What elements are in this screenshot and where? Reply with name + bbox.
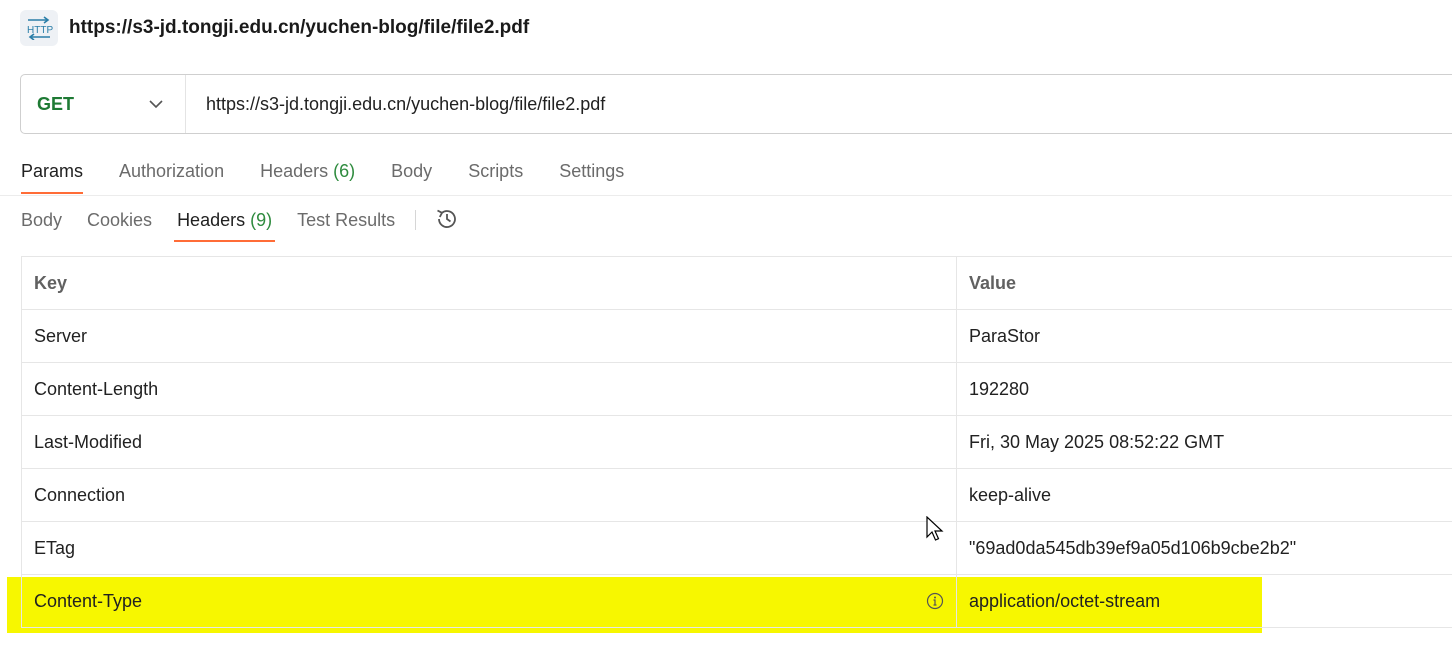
header-key[interactable]: Last-Modified bbox=[21, 415, 957, 469]
header-value[interactable]: ParaStor bbox=[956, 309, 1452, 363]
tab-body[interactable]: Body bbox=[391, 150, 432, 194]
header-key: Content-Type bbox=[34, 590, 143, 611]
tab-headers-label: Headers bbox=[260, 161, 329, 181]
header-value[interactable]: Fri, 30 May 2025 08:52:22 GMT bbox=[956, 415, 1452, 469]
response-tabs: Body Cookies Headers (9) Test Results bbox=[21, 202, 460, 244]
response-tab-headers-label: Headers bbox=[177, 210, 246, 230]
table-row: Connection keep-alive bbox=[21, 468, 1452, 522]
header-key-cell[interactable]: Content-Type bbox=[21, 574, 957, 628]
tab-authorization-label: Authorization bbox=[119, 161, 225, 181]
response-tab-test-results[interactable]: Test Results bbox=[297, 202, 395, 242]
value-column-header: Value bbox=[956, 256, 1452, 310]
info-icon[interactable] bbox=[926, 592, 944, 610]
method-label: GET bbox=[37, 93, 75, 114]
request-title[interactable]: https://s3-jd.tongji.edu.cn/yuchen-blog/… bbox=[69, 17, 529, 39]
header-value[interactable]: 192280 bbox=[956, 362, 1452, 416]
tab-body-label: Body bbox=[391, 161, 433, 181]
tab-params[interactable]: Params bbox=[21, 150, 84, 194]
mouse-cursor-icon bbox=[926, 516, 944, 541]
tab-headers[interactable]: Headers (6) bbox=[260, 150, 355, 194]
tab-scripts[interactable]: Scripts bbox=[468, 150, 523, 194]
history-icon[interactable] bbox=[434, 206, 460, 232]
header-value[interactable]: application/octet-stream bbox=[956, 574, 1452, 628]
tab-scripts-label: Scripts bbox=[468, 161, 524, 181]
tab-params-label: Params bbox=[21, 161, 84, 181]
tab-separator bbox=[415, 210, 417, 230]
request-tabs: Params Authorization Headers (6) Body Sc… bbox=[21, 150, 660, 196]
header-key[interactable]: Connection bbox=[21, 468, 957, 522]
tab-settings-label: Settings bbox=[559, 161, 625, 181]
http-icon: HTTP bbox=[20, 9, 58, 46]
table-row: Server ParaStor bbox=[21, 309, 1452, 363]
table-header-row: Key Value bbox=[21, 256, 1452, 310]
chevron-down-icon bbox=[149, 99, 163, 108]
method-select[interactable]: GET bbox=[21, 75, 186, 133]
header-key[interactable]: Content-Length bbox=[21, 362, 957, 416]
response-tab-cookies-label: Cookies bbox=[87, 210, 153, 230]
response-tab-body[interactable]: Body bbox=[21, 202, 62, 242]
url-bar: GET bbox=[20, 74, 1452, 134]
table-row: ETag "69ad0da545db39ef9a05d106b9cbe2b2" bbox=[21, 521, 1452, 575]
header-key[interactable]: Server bbox=[21, 309, 957, 363]
key-column-header: Key bbox=[21, 256, 957, 310]
svg-text:HTTP: HTTP bbox=[27, 25, 53, 36]
header-value[interactable]: keep-alive bbox=[956, 468, 1452, 522]
header-value[interactable]: "69ad0da545db39ef9a05d106b9cbe2b2" bbox=[956, 521, 1452, 575]
response-tab-headers[interactable]: Headers (9) bbox=[174, 202, 276, 242]
request-title-bar: HTTP https://s3-jd.tongji.edu.cn/yuchen-… bbox=[20, 9, 529, 46]
tab-headers-count: (6) bbox=[333, 161, 356, 181]
table-row: Last-Modified Fri, 30 May 2025 08:52:22 … bbox=[21, 415, 1452, 469]
response-tab-headers-count: (9) bbox=[250, 210, 273, 230]
table-row-highlighted: Content-Type application/octet-stream bbox=[21, 574, 1452, 628]
header-key[interactable]: ETag bbox=[21, 521, 957, 575]
url-input[interactable] bbox=[186, 92, 1308, 116]
tabs-divider bbox=[0, 195, 1452, 196]
response-tab-body-label: Body bbox=[21, 210, 63, 230]
table-row: Content-Length 192280 bbox=[21, 362, 1452, 416]
tab-authorization[interactable]: Authorization bbox=[119, 150, 224, 194]
tab-settings[interactable]: Settings bbox=[559, 150, 624, 194]
response-tab-cookies[interactable]: Cookies bbox=[87, 202, 152, 242]
response-tab-test-results-label: Test Results bbox=[297, 210, 396, 230]
response-headers-table: Key Value Server ParaStor Content-Length… bbox=[21, 256, 1452, 628]
